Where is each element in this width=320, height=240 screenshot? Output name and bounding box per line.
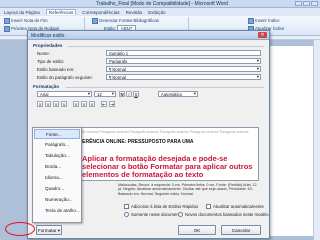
minimize-button[interactable] xyxy=(295,1,302,6)
based-on-select[interactable]: ¶ Normal xyxy=(106,66,261,72)
document-page[interactable] xyxy=(262,46,320,236)
menu-item-tecla-atalho[interactable]: Tecla de atalho... xyxy=(34,206,80,216)
radio-icon xyxy=(178,212,183,218)
ok-button[interactable]: OK xyxy=(178,225,216,235)
tab-revisao[interactable]: Revisão xyxy=(126,10,143,15)
alignment-toolbar: ≡ ≡ ≡ ≡ ≡ ≡ ≡ ⇤ ⇥ xyxy=(37,101,115,107)
next-style-select[interactable]: ¶ Normal xyxy=(106,74,261,80)
menu-item-tabulacao[interactable]: Tabulação... xyxy=(34,151,80,161)
dialog-title-bar: Modificar estilo ✕ xyxy=(28,31,269,40)
menu-item-fonte[interactable]: Fonte... xyxy=(34,129,80,139)
tab-referencias[interactable]: Referências xyxy=(45,9,77,15)
align-right-icon[interactable]: ≡ xyxy=(53,101,59,107)
dialog-title: Modificar estilo xyxy=(31,33,65,39)
font-size-select[interactable]: 12 xyxy=(94,91,116,97)
endnote-icon xyxy=(4,18,10,24)
vertical-scrollbar[interactable] xyxy=(313,40,320,240)
ribbon-tabs: Layout da Página Referências Correspondê… xyxy=(0,8,320,16)
insert-index-button[interactable]: Inserir Índice xyxy=(248,18,280,24)
style-type-label: Tipo de estilo: xyxy=(37,59,65,64)
radio-icon xyxy=(124,212,129,218)
name-label: Nome: xyxy=(37,51,50,56)
properties-heading: Propriedades xyxy=(33,43,63,48)
format-button[interactable]: Formatar ▾ xyxy=(36,225,62,235)
new-documents-radio[interactable]: Novos documentos baseados neste modelo xyxy=(178,212,269,218)
underline-button[interactable]: S xyxy=(133,91,139,97)
manage-sources-button[interactable]: Gerenciar Fontes Bibliográficas xyxy=(92,18,159,24)
maximize-button[interactable] xyxy=(303,1,310,6)
menu-item-borda[interactable]: Borda... xyxy=(34,162,80,172)
menu-item-paragrafo[interactable]: Parágrafo... xyxy=(34,140,80,150)
formatting-heading: Formatação xyxy=(33,84,60,89)
style-type-select[interactable]: Parágrafo xyxy=(106,58,261,64)
line-spacing-icon[interactable]: ≡ xyxy=(81,101,87,107)
only-this-document-radio[interactable]: Somente neste documento xyxy=(124,212,182,218)
line-spacing-icon[interactable]: ≡ xyxy=(73,101,79,107)
next-style-label: Estilo do parágrafo seguinte: xyxy=(37,75,93,80)
close-icon[interactable]: ✕ xyxy=(258,32,267,38)
line-spacing-icon[interactable]: ≡ xyxy=(89,101,95,107)
based-on-label: Estilo baseado em: xyxy=(37,67,75,72)
tab-correspondencias[interactable]: Correspondências xyxy=(82,10,119,15)
font-select[interactable]: Arial xyxy=(37,91,92,97)
decrease-indent-icon[interactable]: ⇤ xyxy=(101,101,107,107)
divider xyxy=(68,46,264,47)
footnote-icon xyxy=(4,26,10,32)
menu-item-numeracao[interactable]: Numeração... xyxy=(34,195,80,205)
quick-style-checkbox[interactable]: Adicionar à lista de Estilos Rápidos xyxy=(124,204,198,210)
checkbox-icon xyxy=(206,204,211,210)
align-left-icon[interactable]: ≡ xyxy=(37,101,43,107)
checkbox-icon xyxy=(124,204,129,210)
bold-button[interactable]: N xyxy=(119,91,125,97)
name-input[interactable]: Sumário 1 xyxy=(106,50,261,56)
close-button[interactable] xyxy=(311,1,318,6)
justify-icon[interactable]: ≡ xyxy=(61,101,67,107)
modify-style-dialog: Modificar estilo ✕ Propriedades Nome: Su… xyxy=(27,30,270,239)
align-center-icon[interactable]: ≡ xyxy=(45,101,51,107)
sources-icon xyxy=(92,18,98,24)
italic-button[interactable]: I xyxy=(126,91,132,97)
menu-item-idioma[interactable]: Idioma... xyxy=(34,173,80,183)
title-bar: Trabalho_Final [Modo de Compatibilidade]… xyxy=(0,0,320,8)
window-controls xyxy=(295,1,318,6)
font-color-select[interactable]: Automático xyxy=(158,91,198,97)
cancel-button[interactable]: Cancelar xyxy=(221,225,261,235)
tab-layout[interactable]: Layout da Página xyxy=(4,10,40,15)
window-title: Trabalho_Final [Modo de Compatibilidade]… xyxy=(96,1,229,7)
divider xyxy=(66,87,264,88)
index-icon xyxy=(248,18,254,24)
menu-item-quadro[interactable]: Quadro... xyxy=(34,184,80,194)
format-menu: Fonte... Parágrafo... Tabulação... Borda… xyxy=(32,127,82,223)
instruction-callout-line3: elementos de formatação ao texto xyxy=(82,170,204,179)
style-description: Maiúsculas, Recuo: à esquerda: 0 cm, Pri… xyxy=(118,183,257,196)
auto-update-checkbox[interactable]: Atualizar automaticamente xyxy=(206,204,264,210)
insert-endnote-button[interactable]: Inserir Nota de Fim xyxy=(4,18,48,24)
highlight-circle xyxy=(5,222,35,236)
increase-indent-icon[interactable]: ⇥ xyxy=(109,101,115,107)
tab-exibicao[interactable]: Exibição xyxy=(148,10,165,15)
